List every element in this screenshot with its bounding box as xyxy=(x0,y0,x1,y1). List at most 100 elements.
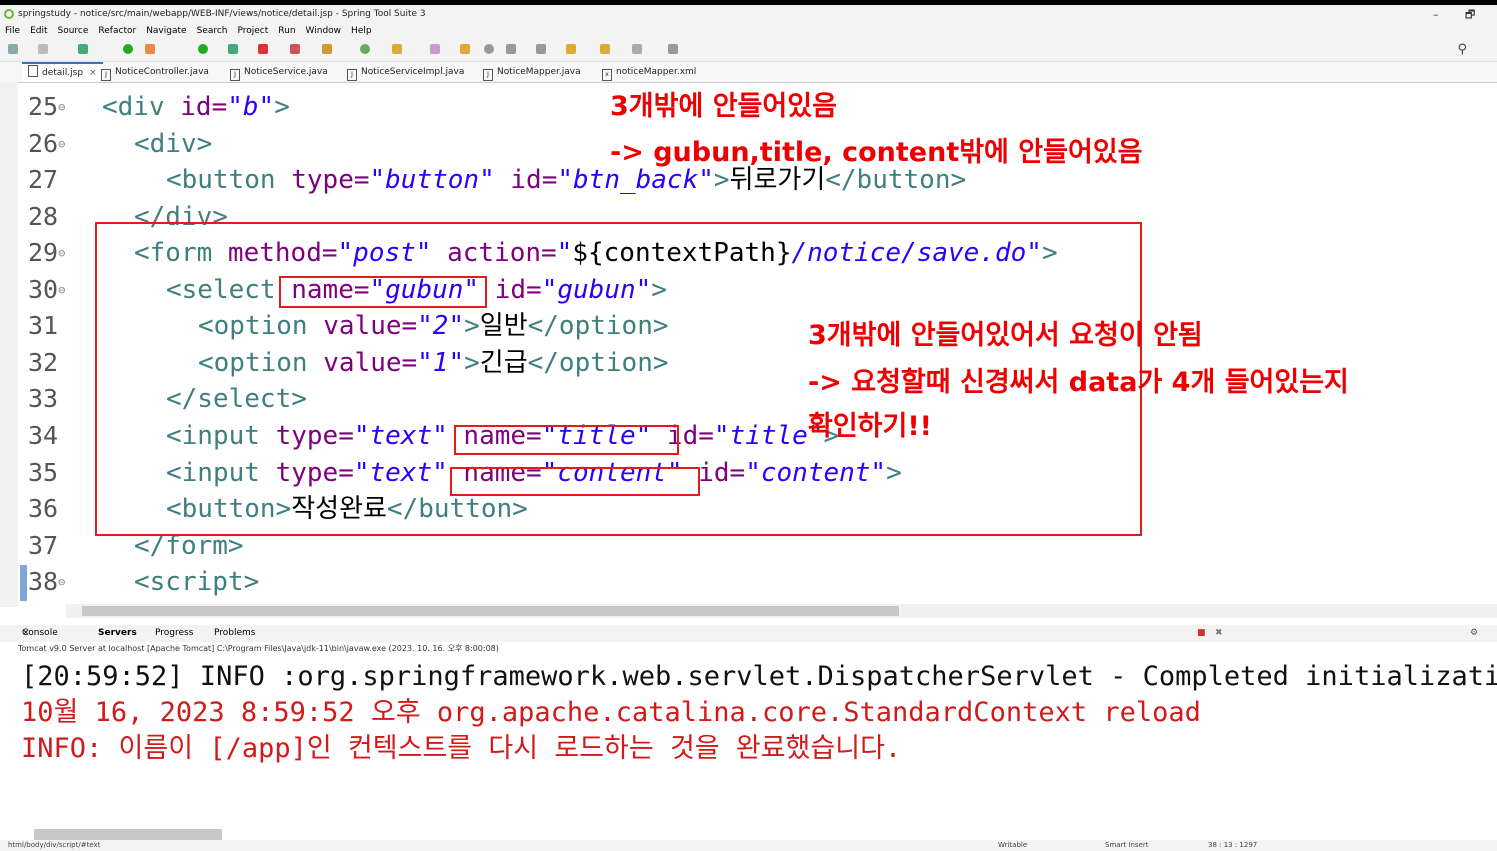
console-line: [20:59:52] INFO :org.springframework.web… xyxy=(21,661,1497,692)
close-icon[interactable]: × xyxy=(89,68,97,78)
console-horizontal-scrollbar[interactable] xyxy=(34,829,222,840)
restore-button[interactable]: 🗗 xyxy=(1465,5,1475,24)
console-settings-icon[interactable]: ⚙ xyxy=(1470,625,1478,642)
refresh-icon[interactable] xyxy=(145,44,155,54)
menu-edit[interactable]: Edit xyxy=(25,24,52,39)
pen-icon[interactable] xyxy=(430,44,440,54)
window-title: springstudy - notice/src/main/webapp/WEB… xyxy=(18,9,426,19)
java-file-icon: J xyxy=(483,69,493,81)
tab-notice-mapper-xml[interactable]: x noticeMapper.xml xyxy=(602,62,696,82)
menu-file[interactable]: File xyxy=(0,24,25,39)
tab-notice-mapper-java[interactable]: J NoticeMapper.java xyxy=(483,62,581,82)
xml-file-icon: x xyxy=(602,69,612,81)
run-icon[interactable] xyxy=(198,44,208,54)
tab-notice-service[interactable]: J NoticeService.java xyxy=(230,62,328,82)
code-line-25[interactable]: <div id="b"> xyxy=(102,89,290,125)
console-output[interactable]: [20:59:52] INFO :org.springframework.web… xyxy=(18,656,1497,831)
tab-label: NoticeController.java xyxy=(115,67,209,77)
console-line: INFO: 이름이 [/app]인 컨텍스트를 다시 로드하는 것을 완료했습니… xyxy=(21,733,902,764)
globe-icon[interactable] xyxy=(484,44,494,54)
bottom-panel-tabs: Console × Servers Progress Problems ■ ✖ … xyxy=(0,625,1497,642)
fold-icon[interactable]: ⊖ xyxy=(58,137,65,151)
java-file-icon: J xyxy=(101,69,111,81)
tab-label: noticeMapper.xml xyxy=(616,67,697,77)
external-tools-icon[interactable] xyxy=(290,44,300,54)
line-number: 36 xyxy=(28,494,59,523)
menu-navigate[interactable]: Navigate xyxy=(141,24,191,39)
open-type-icon[interactable] xyxy=(460,44,470,54)
tab-label: NoticeServiceImpl.java xyxy=(361,67,465,77)
new-icon[interactable] xyxy=(8,44,18,54)
line-number: 29 xyxy=(28,238,59,267)
open-folder-icon[interactable] xyxy=(392,44,402,54)
fold-icon[interactable]: ⊖ xyxy=(58,246,65,260)
forward-icon[interactable] xyxy=(632,44,642,54)
annotation-top-line1: 3개밖에 안들어있음 xyxy=(610,91,837,122)
new-class-icon[interactable] xyxy=(360,44,370,54)
last-edit-icon[interactable] xyxy=(566,44,576,54)
tab-label: NoticeMapper.java xyxy=(497,67,581,77)
status-bar: html/body/div/script/#text Writable Smar… xyxy=(0,840,1497,851)
tab-servers[interactable]: Servers xyxy=(98,625,137,642)
tab-notice-service-impl[interactable]: J NoticeServiceImpl.java xyxy=(347,62,464,82)
menu-refactor[interactable]: Refactor xyxy=(93,24,141,39)
prev-annotation-icon[interactable] xyxy=(536,44,546,54)
line-number: 28 xyxy=(28,202,59,231)
menu-source[interactable]: Source xyxy=(53,24,94,39)
java-file-icon: J xyxy=(347,69,357,81)
line-number: 25 xyxy=(28,92,59,121)
remove-launch-icon[interactable]: ✖ xyxy=(1215,625,1223,642)
tab-label: NoticeService.java xyxy=(244,67,328,77)
annotation-mid-line2: -> 요청할때 신경써서 data가 4개 들어있는지 xyxy=(808,367,1349,398)
menu-help[interactable]: Help xyxy=(346,24,377,39)
tab-console[interactable]: Console × xyxy=(22,625,58,642)
left-ruler xyxy=(0,82,18,607)
tab-notice-controller[interactable]: J NoticeController.java xyxy=(101,62,209,82)
java-file-icon: J xyxy=(230,69,240,81)
tab-detail-jsp[interactable]: detail.jsp × xyxy=(22,62,103,82)
editor-tab-bar: detail.jsp × J NoticeController.java J Noti… xyxy=(0,62,1497,83)
menu-window[interactable]: Window xyxy=(301,24,347,39)
line-number: 34 xyxy=(28,421,59,450)
line-number: 31 xyxy=(28,311,59,340)
code-line-26[interactable]: <div> xyxy=(134,126,212,162)
menu-project[interactable]: Project xyxy=(232,24,273,39)
search-icon[interactable]: ⚲ xyxy=(1457,42,1467,57)
annotation-mid-line3: 확인하기!! xyxy=(808,411,932,442)
spring-app-icon xyxy=(4,9,14,19)
current-line-marker xyxy=(20,565,27,601)
status-writable: Writable xyxy=(998,841,1028,849)
code-line-38[interactable]: <script> xyxy=(134,564,259,600)
status-path: html/body/div/script/#text xyxy=(8,841,101,849)
menu-search[interactable]: Search xyxy=(192,24,233,39)
fold-icon[interactable]: ⊖ xyxy=(58,283,65,297)
fold-icon[interactable]: ⊖ xyxy=(58,575,65,589)
line-number: 37 xyxy=(28,531,59,560)
fold-icon[interactable]: ⊖ xyxy=(58,100,65,114)
minimize-button[interactable]: – xyxy=(1433,5,1439,24)
tab-progress[interactable]: Progress xyxy=(155,625,193,642)
server-start-icon[interactable] xyxy=(123,44,133,54)
menu-run[interactable]: Run xyxy=(273,24,300,39)
pin-editor-icon[interactable] xyxy=(668,44,678,54)
status-insert-mode: Smart Insert xyxy=(1105,841,1149,849)
debug-icon[interactable] xyxy=(78,44,88,54)
line-number: 35 xyxy=(28,458,59,487)
tab-problems[interactable]: Problems xyxy=(214,625,255,642)
main-toolbar: ⚲ xyxy=(0,39,1497,62)
stop-icon[interactable] xyxy=(258,44,268,54)
new-package-icon[interactable] xyxy=(322,44,332,54)
server-info: Tomcat v9.0 Server at localhost [Apache … xyxy=(18,644,499,653)
next-annotation-icon[interactable] xyxy=(506,44,516,54)
console-line: 10월 16, 2023 8:59:52 오후 org.apache.catal… xyxy=(21,697,1201,728)
gubun-name-highlight xyxy=(279,276,487,308)
menu-bar: File Edit Source Refactor Navigate Search Proj… xyxy=(0,24,1497,39)
tab-label: detail.jsp xyxy=(42,68,84,78)
back-icon[interactable] xyxy=(600,44,610,54)
terminate-icon[interactable]: ■ xyxy=(1197,625,1206,642)
line-number: 38 xyxy=(28,567,59,596)
editor-horizontal-scrollbar[interactable] xyxy=(82,606,899,616)
coverage-icon[interactable] xyxy=(228,44,238,54)
status-cursor-position: 38 : 13 : 1297 xyxy=(1208,841,1258,849)
save-icon[interactable] xyxy=(38,44,48,54)
